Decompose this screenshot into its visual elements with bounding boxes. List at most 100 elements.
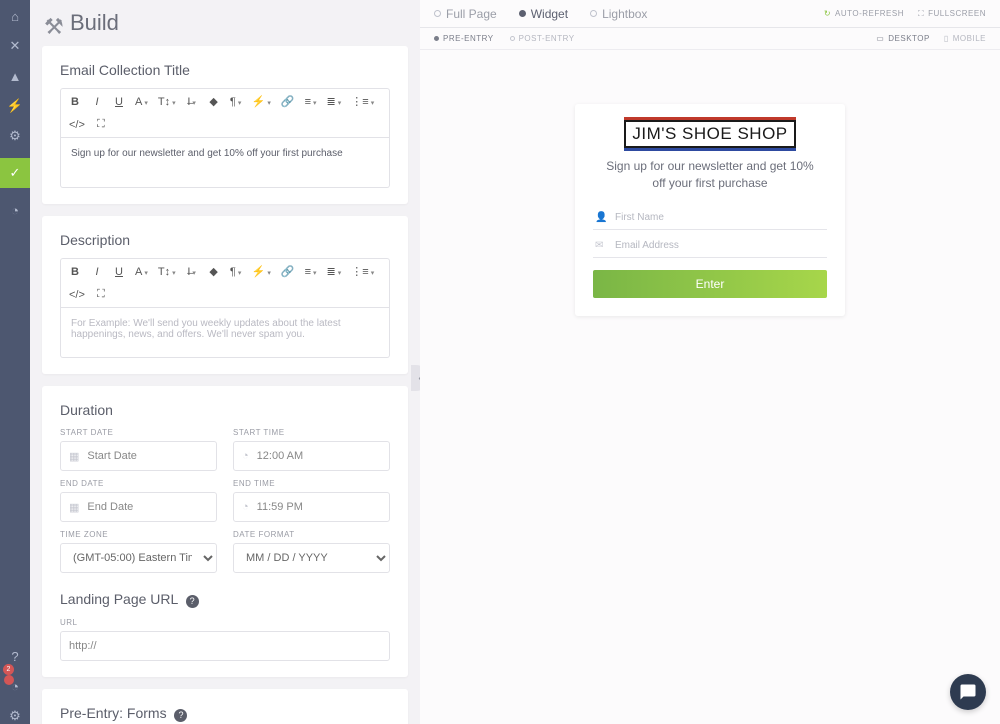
list-button[interactable]: ≣ [327,95,342,108]
placeholder-text: End Date [87,501,133,513]
desktop-icon: ▭ [876,34,884,43]
plug-icon[interactable]: ⚡ [7,98,23,114]
notification-badge: 2 [3,664,14,675]
clock-icon: ◔ [242,501,249,513]
subtab-mobile[interactable]: ▯MOBILE [944,34,986,43]
value-text: 12:00 AM [257,450,303,462]
label: START TIME [233,428,390,437]
link-button[interactable]: 🔗 [281,95,295,108]
placeholder-text: Email Address [615,240,679,251]
mobile-icon: ▯ [944,34,949,43]
url-input[interactable]: http:// [60,631,390,661]
clear-button[interactable]: ⚡ [252,95,271,108]
first-name-field[interactable]: 👤 First Name [593,206,827,230]
ol-button[interactable]: ⋮≡ [351,95,374,108]
chat-launcher[interactable] [950,674,986,710]
tab-lightbox[interactable]: Lightbox [590,7,647,21]
card-heading: Description [60,232,390,248]
widget-headline: Sign up for our newsletter and get 10% o… [593,158,827,192]
card-heading: Pre-Entry: Forms ? [60,705,390,722]
tools-icon[interactable]: ✕ [7,38,23,54]
fullscreen-button[interactable]: ⛶ [95,288,107,301]
card-email-title: Email Collection Title B I U A T↕ I̶ ◆ ¶… [42,46,408,204]
bold-button[interactable]: B [69,96,81,108]
underline-button[interactable]: U [113,266,125,278]
person-icon: 👤 [595,212,607,223]
start-date-input[interactable]: ▦Start Date [60,441,217,471]
calendar-icon: ▦ [69,450,79,463]
rte-toolbar: B I U A T↕ I̶ ◆ ¶ ⚡ 🔗 ≡ ≣ ⋮≡ </> ⛶ [60,258,390,308]
notifications-icon[interactable]: ◔ [7,678,23,694]
home-icon[interactable]: ⌂ [7,8,23,24]
placeholder-text: First Name [615,212,664,223]
description-editor[interactable]: For Example: We'll send you weekly updat… [60,308,390,358]
font-color-button[interactable]: A [135,266,148,278]
label: TIME ZONE [60,530,217,539]
drop-button[interactable]: ◆ [208,265,220,278]
align-button[interactable]: ≡ [305,96,317,108]
card-pre-entry-forms: Pre-Entry: Forms ? FORM ORDER 👤 Name TEX… [42,689,408,724]
fullscreen-button[interactable]: ⛶ [95,118,107,131]
end-date-input[interactable]: ▦End Date [60,492,217,522]
card-duration: Duration START DATE ▦Start Date START TI… [42,386,408,677]
label: DATE FORMAT [233,530,390,539]
clear-format-button[interactable]: I̶ [186,266,198,278]
title-editor[interactable]: Sign up for our newsletter and get 10% o… [60,138,390,188]
gears-icon[interactable]: ⚙ [7,128,23,144]
clear-button[interactable]: ⚡ [252,265,271,278]
date-format-select[interactable]: MM / DD / YYYY [233,543,390,573]
tab-full-page[interactable]: Full Page [434,7,497,21]
mail-icon: ✉ [595,240,607,251]
rte-toolbar: B I U A T↕ I̶ ◆ ¶ ⚡ 🔗 ≡ ≣ ⋮≡ </> ⛶ [60,88,390,138]
end-time-input[interactable]: ◔ 11:59 PM [233,492,390,522]
code-button[interactable]: </> [69,289,85,301]
tab-widget[interactable]: Widget [519,7,568,21]
label: START DATE [60,428,217,437]
auto-refresh-button[interactable]: ↻AUTO-REFRESH [824,9,904,19]
subtab-desktop[interactable]: ▭DESKTOP [876,34,930,43]
expand-icon: ⛶ [918,9,924,19]
fullscreen-button[interactable]: ⛶FULLSCREEN [918,9,986,19]
link-button[interactable]: 🔗 [281,265,295,278]
italic-button[interactable]: I [91,266,103,278]
value-text: 11:59 PM [257,501,303,513]
list-button[interactable]: ≣ [327,265,342,278]
help-icon[interactable]: ? [7,648,23,664]
settings-icon[interactable]: ⚙ [7,708,23,724]
drop-button[interactable]: ◆ [208,95,220,108]
build-panel: ⚒ Build Email Collection Title B I U A T… [30,0,420,724]
bold-button[interactable]: B [69,266,81,278]
card-heading: Landing Page URL ? [60,591,390,608]
card-heading: Duration [60,402,390,418]
start-time-input[interactable]: ◔ 12:00 AM [233,441,390,471]
help-icon[interactable]: ? [186,595,199,608]
preview-widget: JIM'S SHOE SHOP Sign up for our newslett… [575,104,845,316]
code-button[interactable]: </> [69,119,85,131]
font-color-button[interactable]: A [135,96,148,108]
enter-button[interactable]: Enter [593,270,827,298]
timezone-select[interactable]: (GMT-05:00) Eastern Time (US & Canada) [60,543,217,573]
font-size-button[interactable]: T↕ [158,96,176,108]
paragraph-button[interactable]: ¶ [230,266,242,278]
underline-button[interactable]: U [113,96,125,108]
clear-format-button[interactable]: I̶ [186,96,198,108]
email-field[interactable]: ✉ Email Address [593,234,827,258]
help-icon[interactable]: ? [174,709,187,722]
label: END TIME [233,479,390,488]
shop-logo: JIM'S SHOE SHOP [624,120,795,148]
align-button[interactable]: ≡ [305,266,317,278]
placeholder-text: http:// [69,640,97,652]
ol-button[interactable]: ⋮≡ [351,265,374,278]
subtab-pre-entry[interactable]: PRE-ENTRY [434,34,494,43]
clock-icon[interactable]: ◔ [7,202,23,218]
subtab-post-entry[interactable]: POST-ENTRY [510,34,575,43]
side-nav: ⌂ ✕ ▲ ⚡ ⚙ ✓ ◔ ? ◔ ⚙ [0,0,30,724]
font-size-button[interactable]: T↕ [158,266,176,278]
italic-button[interactable]: I [91,96,103,108]
flame-icon[interactable]: ▲ [7,68,23,84]
clock-icon: ◔ [242,450,249,462]
page-title-text: Build [70,10,119,36]
paragraph-button[interactable]: ¶ [230,96,242,108]
card-heading: Email Collection Title [60,62,390,78]
check-icon[interactable]: ✓ [0,158,30,188]
